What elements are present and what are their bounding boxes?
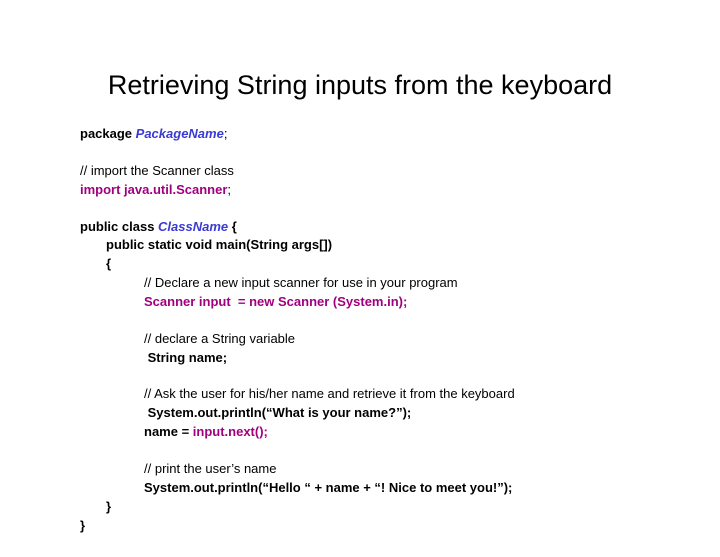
comment-ask: // Ask the user for his/her name and ret… (80, 385, 660, 404)
code-line-print: System.out.println(“Hello “ + name + “! … (80, 479, 660, 498)
slide-title: Retrieving String inputs from the keyboa… (60, 70, 660, 101)
name-equals: name = (144, 424, 193, 439)
comment-import: // import the Scanner class (80, 162, 660, 181)
brace: { (228, 219, 237, 234)
class-name: ClassName (158, 219, 228, 234)
brace-open: { (80, 255, 660, 274)
comment-scanner: // Declare a new input scanner for use i… (80, 274, 660, 293)
slide: Retrieving String inputs from the keyboa… (0, 0, 720, 535)
code-line-name-assign: name = input.next(); (80, 423, 660, 442)
code-line-string-decl: String name; (80, 349, 660, 368)
keyword-public-class: public class (80, 219, 158, 234)
code-line-package: package PackageName; (80, 125, 660, 144)
blank-line (80, 200, 660, 218)
code-line-main: public static void main(String args[]) (80, 236, 660, 255)
code-line-scanner: Scanner input = new Scanner (System.in); (80, 293, 660, 312)
blank-line (80, 312, 660, 330)
semicolon: ; (227, 182, 231, 197)
package-name: PackageName (136, 126, 224, 141)
blank-line (80, 144, 660, 162)
import-statement: import java.util.Scanner (80, 182, 227, 197)
blank-line (80, 367, 660, 385)
semicolon: ; (224, 126, 228, 141)
code-line-class: public class ClassName { (80, 218, 660, 237)
brace-close-inner: } (80, 498, 660, 517)
comment-print: // print the user’s name (80, 460, 660, 479)
code-block: package PackageName; // import the Scann… (80, 125, 660, 535)
comment-string-var: // declare a String variable (80, 330, 660, 349)
input-next: input.next(); (193, 424, 268, 439)
code-line-import: import java.util.Scanner; (80, 181, 660, 200)
blank-line (80, 442, 660, 460)
brace-close-outer: } (80, 517, 660, 536)
keyword-package: package (80, 126, 136, 141)
code-line-ask: System.out.println(“What is your name?”)… (80, 404, 660, 423)
